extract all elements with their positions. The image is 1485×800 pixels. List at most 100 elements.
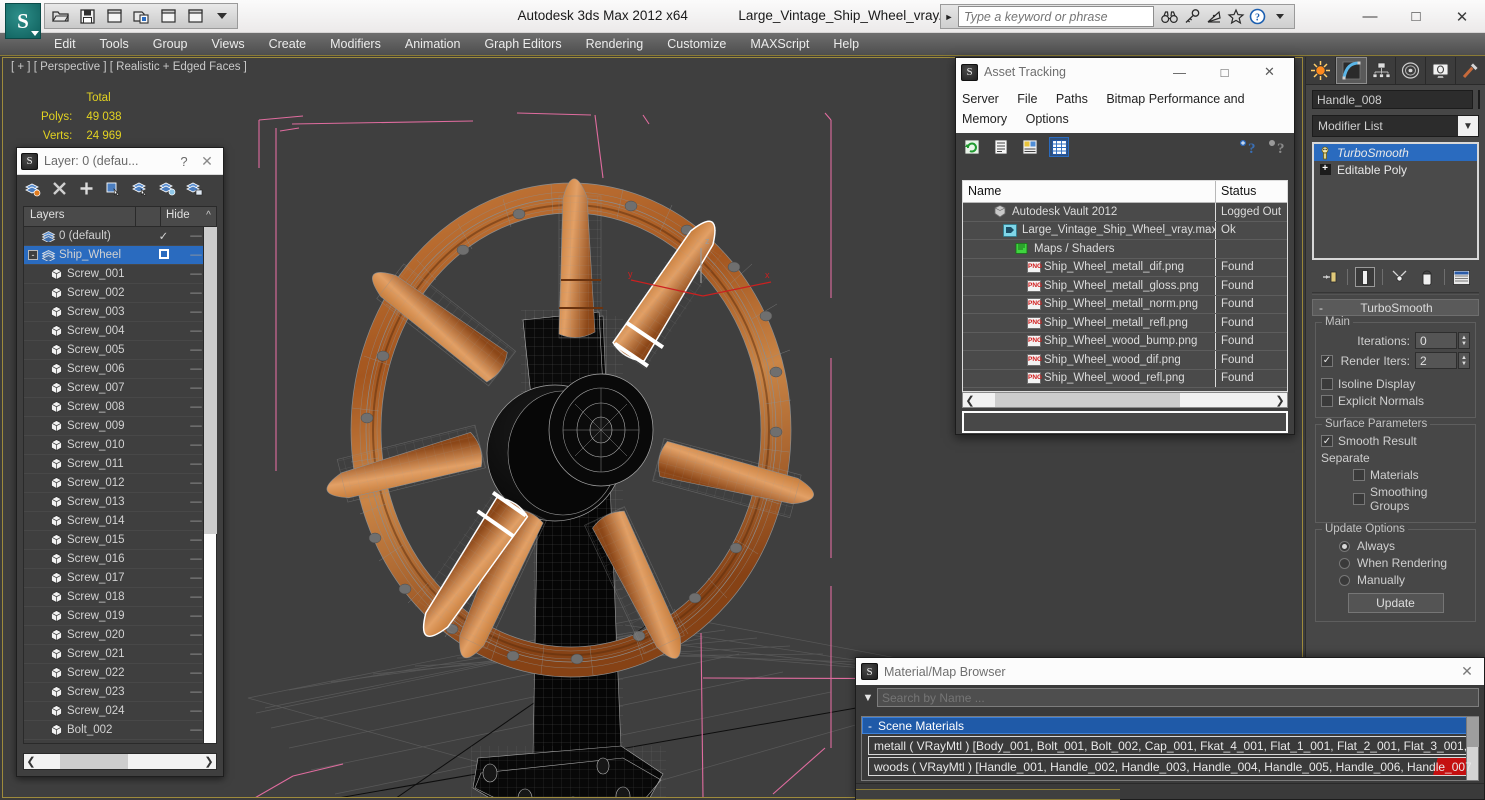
delete-layer-icon[interactable] [23, 179, 41, 197]
binoculars-icon[interactable] [1160, 7, 1179, 27]
explicit-normals-checkbox[interactable] [1321, 395, 1333, 407]
iterations-spinner[interactable]: ▲ ▼ [1458, 332, 1470, 349]
show-end-result-icon[interactable] [1354, 267, 1375, 287]
asset-menu-file[interactable]: File [1017, 92, 1037, 106]
modifier-stack-item-editable-poly[interactable]: + Editable Poly [1314, 161, 1477, 178]
save-file-icon[interactable] [75, 5, 99, 27]
satellite-dish-icon[interactable] [1204, 7, 1223, 27]
layer-row[interactable]: Screw_005— [24, 341, 216, 360]
pin-stack-icon[interactable] [1320, 267, 1340, 287]
object-color-swatch[interactable] [1478, 90, 1480, 109]
menu-item-maxscript[interactable]: MAXScript [738, 33, 821, 55]
isoline-display-checkbox[interactable] [1321, 378, 1333, 390]
asset-row[interactable]: PNG Ship_Wheel_wood_bump.png Found [963, 332, 1287, 351]
layer-list-grid[interactable]: Layers Hide ^ 0 (default) ✓ — - Ship_Wheel — S… [23, 206, 217, 744]
menu-item-create[interactable]: Create [257, 33, 319, 55]
field-manually[interactable]: Manually [1321, 573, 1470, 587]
layer-row[interactable]: Screw_023— [24, 683, 216, 702]
field-smooth-result[interactable]: ✓ Smooth Result [1321, 434, 1470, 448]
add-selection-layer-icon[interactable] [158, 179, 176, 197]
asset-row[interactable]: PNG Ship_Wheel_wood_dif.png Found [963, 351, 1287, 370]
asset-scroll-left-icon[interactable]: ❮ [963, 394, 977, 407]
scroll-right-icon[interactable]: ❯ [202, 755, 216, 768]
asset-close-button[interactable]: ✕ [1247, 58, 1292, 86]
field-materials[interactable]: Materials [1321, 468, 1470, 482]
application-menu-button[interactable]: S [5, 3, 41, 39]
field-always[interactable]: Always [1321, 539, 1470, 553]
iterations-input[interactable] [1415, 332, 1457, 349]
layer-settings-icon[interactable] [185, 179, 203, 197]
star-icon[interactable] [1226, 7, 1245, 27]
search-input[interactable] [958, 6, 1154, 27]
asset-row[interactable]: PNG Ship_Wheel_metall_gloss.png Found [963, 277, 1287, 296]
layer-row[interactable]: Screw_019— [24, 607, 216, 626]
menu-item-views[interactable]: Views [199, 33, 256, 55]
create-tab[interactable] [1306, 57, 1336, 84]
field-isoline-display[interactable]: Isoline Display [1321, 377, 1470, 391]
layer-row[interactable]: Screw_002— [24, 284, 216, 303]
material-item-metall[interactable]: metall ( VRayMtl ) [Body_001, Bolt_001, … [868, 736, 1472, 755]
smooth-result-checkbox[interactable]: ✓ [1321, 435, 1333, 447]
asset-row[interactable]: Autodesk Vault 2012 Logged Out [963, 203, 1287, 222]
new-layer-icon[interactable] [77, 179, 95, 197]
asset-tracking-table[interactable]: Name Status Autodesk Vault 2012 Logged Ou… [962, 180, 1288, 392]
layer-row[interactable]: Screw_010— [24, 436, 216, 455]
redo-icon[interactable] [129, 5, 153, 27]
asset-menu-server[interactable]: Server [962, 92, 999, 106]
grid-view-icon[interactable] [1049, 137, 1069, 157]
asset-menu-paths[interactable]: Paths [1056, 92, 1088, 106]
remove-icon[interactable] [50, 179, 68, 197]
select-object-layer-icon[interactable] [104, 179, 122, 197]
layer-scroll-thumb[interactable] [204, 227, 217, 534]
layer-row[interactable]: Screw_017— [24, 569, 216, 588]
when-rendering-radio[interactable] [1339, 557, 1350, 569]
configure-modifier-sets-icon[interactable] [1452, 267, 1472, 287]
material-search-input[interactable] [877, 688, 1479, 707]
smoothing-groups-checkbox[interactable] [1353, 493, 1365, 505]
layer-row[interactable]: Bolt_002— [24, 721, 216, 740]
maximize-button[interactable]: □ [1393, 0, 1439, 33]
modifier-stack-item-turbosmooth[interactable]: TurboSmooth [1314, 144, 1477, 161]
menu-item-tools[interactable]: Tools [88, 33, 141, 55]
turbosmooth-rollout[interactable]: - TurboSmooth Main Iterations: ▲▼ ✓ Rend… [1312, 299, 1479, 622]
help-icon[interactable]: ? [1248, 7, 1267, 27]
materials-checkbox[interactable] [1353, 469, 1365, 481]
layer-help-button[interactable]: ? [173, 154, 195, 169]
layer-row[interactable]: Nut_1_016— [24, 740, 216, 743]
layer-row[interactable]: Screw_006— [24, 360, 216, 379]
rollout-collapse-icon[interactable]: - [1313, 301, 1329, 315]
layer-row[interactable]: Screw_015— [24, 531, 216, 550]
help-query-icon[interactable]: ? [1268, 137, 1288, 157]
close-button[interactable]: ✕ [1439, 0, 1485, 33]
help-add-icon[interactable]: ? [1239, 137, 1259, 157]
field-smoothing-groups[interactable]: Smoothing Groups [1321, 485, 1470, 513]
layer-row[interactable]: - Ship_Wheel — [24, 246, 216, 265]
layer-expander-icon[interactable]: - [28, 250, 38, 260]
layer-row[interactable]: Screw_021— [24, 645, 216, 664]
select-highlighted-layer-icon[interactable] [131, 179, 149, 197]
undo-icon[interactable] [102, 5, 126, 27]
layer-row[interactable]: Screw_008— [24, 398, 216, 417]
scene-materials-collapse-icon[interactable]: - [868, 719, 872, 733]
asset-row[interactable]: PNG Ship_Wheel_metall_dif.png Found [963, 258, 1287, 277]
asset-minimize-button[interactable]: — [1157, 58, 1202, 86]
hierarchy-tab[interactable] [1367, 57, 1397, 84]
layer-row[interactable]: Screw_018— [24, 588, 216, 607]
asset-row[interactable]: Large_Vintage_Ship_Wheel_vray.max Ok [963, 221, 1287, 240]
asset-menu-bitmap[interactable]: Bitmap Performance and Memory [962, 92, 1245, 126]
layer-rows-container[interactable]: 0 (default) ✓ — - Ship_Wheel — Screw_001— Screw… [24, 227, 216, 743]
help-dropdown-icon[interactable] [1270, 7, 1289, 27]
layer-row[interactable]: Screw_001— [24, 265, 216, 284]
display-tab[interactable] [1426, 57, 1457, 84]
asset-row[interactable]: PNG Ship_Wheel_metall_refl.png Found [963, 314, 1287, 333]
layer-row[interactable]: Screw_016— [24, 550, 216, 569]
page-icon-2[interactable] [183, 5, 207, 27]
search-caret-icon[interactable]: ► [941, 5, 957, 28]
menu-item-rendering[interactable]: Rendering [574, 33, 656, 55]
detail-view-icon[interactable] [1020, 137, 1040, 157]
modifier-stack[interactable]: TurboSmooth + Editable Poly [1312, 142, 1479, 260]
asset-scroll-right-icon[interactable]: ❯ [1273, 394, 1287, 407]
layer-row[interactable]: 0 (default) ✓ — [24, 227, 216, 246]
asset-row[interactable]: Maps / Shaders [963, 240, 1287, 259]
menu-item-edit[interactable]: Edit [42, 33, 88, 55]
